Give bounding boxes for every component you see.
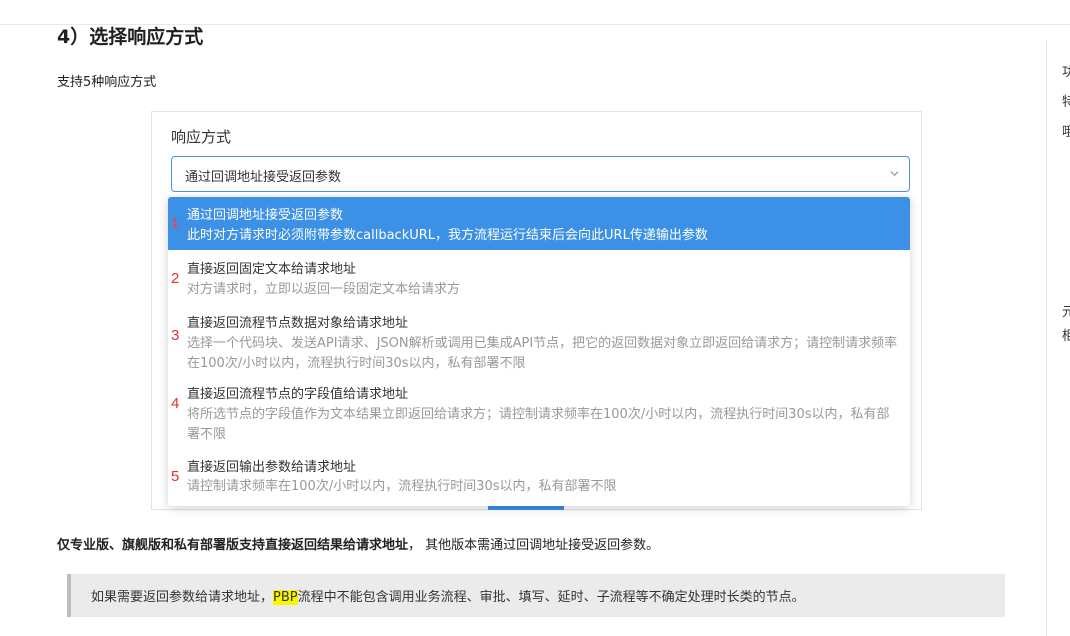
- option-desc: 对方请求时，立即以返回一段固定文本给请求方: [187, 282, 461, 297]
- option-fixed-text[interactable]: 2 直接返回固定文本给请求地址 对方请求时，立即以返回一段固定文本给请求方: [168, 250, 910, 305]
- edition-notice-bold: 仅专业版、旗舰版和私有部署版支持直接返回结果给请求地址: [57, 538, 409, 553]
- option-number: 5: [171, 468, 180, 485]
- tip-before: 如果需要返回参数给请求地址，: [91, 590, 274, 605]
- option-callback[interactable]: 1 通过回调地址接受返回参数 此时对方请求时必须附带参数callbackURL，…: [168, 197, 910, 250]
- option-title: 通过回调地址接受返回参数: [187, 208, 344, 223]
- option-desc: 请控制请求频率在100次/小时以内，流程执行时间30s以内，私有部署不限: [187, 479, 617, 494]
- right-rail-text: 功: [1062, 65, 1070, 80]
- response-mode-select[interactable]: 通过回调地址接受返回参数: [171, 156, 910, 192]
- right-rail-text: 特: [1062, 95, 1070, 110]
- option-number: 3: [171, 327, 180, 344]
- submit-button-edge: [488, 506, 564, 510]
- option-title: 直接返回输出参数给请求地址: [187, 460, 357, 475]
- option-title: 直接返回固定文本给请求地址: [187, 262, 357, 277]
- option-number: 4: [171, 395, 180, 412]
- intro-text: 支持5种响应方式: [57, 75, 157, 90]
- edition-notice: 仅专业版、旗舰版和私有部署版支持直接返回结果给请求地址， 其他版本需通过回调地址…: [57, 534, 659, 553]
- option-node-field[interactable]: 4 直接返回流程节点的字段值给请求地址 将所选节点的字段值作为文本结果立即返回给…: [168, 375, 910, 450]
- response-mode-dropdown: 1 通过回调地址接受返回参数 此时对方请求时必须附带参数callbackURL，…: [168, 197, 910, 506]
- panel-title: 响应方式: [171, 128, 232, 146]
- option-number: 1: [171, 215, 180, 232]
- right-rail-text: 哦: [1062, 125, 1070, 140]
- tip-callout: 如果需要返回参数给请求地址，PBP流程中不能包含调用业务流程、审批、填写、延时、…: [67, 574, 1005, 617]
- chevron-down-icon: [890, 171, 899, 177]
- tip-text: 如果需要返回参数给请求地址，PBP流程中不能包含调用业务流程、审批、填写、延时、…: [91, 586, 805, 605]
- option-title: 直接返回流程节点的字段值给请求地址: [187, 387, 409, 402]
- option-output-params[interactable]: 5 直接返回输出参数给请求地址 请控制请求频率在100次/小时以内，流程执行时间…: [168, 450, 910, 506]
- option-desc: 将所选节点的字段值作为文本结果立即返回给请求方；请控制请求频率在100次/小时以…: [187, 407, 890, 442]
- section-title: 4）选择响应方式: [57, 26, 204, 48]
- tip-after: 流程中不能包含调用业务流程、审批、填写、延时、子流程等不确定处理时长类的节点。: [297, 590, 805, 605]
- option-number: 2: [171, 270, 180, 287]
- option-desc: 选择一个代码块、发送API请求、JSON解析或调用已集成API节点，把它的返回数…: [187, 336, 898, 371]
- option-node-data[interactable]: 3 直接返回流程节点数据对象给请求地址 选择一个代码块、发送API请求、JSON…: [168, 305, 910, 375]
- tip-highlight: PBP: [273, 590, 298, 605]
- option-desc: 此时对方请求时必须附带参数callbackURL，我方流程运行结束后会向此URL…: [187, 228, 708, 243]
- right-rail-divider: [1046, 40, 1047, 636]
- right-rail-text: 柜: [1062, 329, 1070, 344]
- option-title: 直接返回流程节点数据对象给请求地址: [187, 316, 409, 331]
- right-rail-text: 元: [1062, 305, 1070, 320]
- select-value: 通过回调地址接受返回参数: [185, 170, 342, 185]
- edition-notice-rest: ， 其他版本需通过回调地址接受返回参数。: [408, 538, 660, 553]
